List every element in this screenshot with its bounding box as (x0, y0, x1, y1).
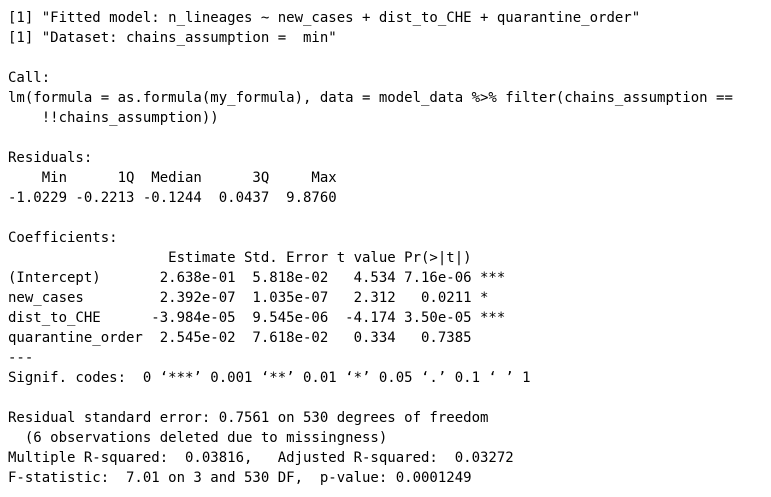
signif-codes-line: Signif. codes: 0 ‘***’ 0.001 ‘**’ 0.01 ‘… (8, 370, 531, 386)
coefficient-row-intercept: (Intercept) 2.638e-01 5.818e-02 4.534 7.… (8, 270, 506, 286)
coefficient-row-quarantine-order: quarantine_order 2.545e-02 7.618e-02 0.3… (8, 330, 506, 346)
f-statistic-line: F-statistic: 7.01 on 3 and 530 DF, p-val… (8, 470, 472, 486)
coefficient-row-dist-to-che: dist_to_CHE -3.984e-05 9.545e-06 -4.174 … (8, 310, 506, 326)
separator-line: --- (8, 350, 34, 366)
r-squared-line: Multiple R-squared: 0.03816, Adjusted R-… (8, 450, 523, 466)
call-formula-continuation: !!chains_assumption)) (8, 110, 219, 126)
call-heading: Call: (8, 70, 51, 86)
r-console-output: [1] "Fitted model: n_lineages ~ new_case… (8, 8, 767, 488)
residual-standard-error-line: Residual standard error: 0.7561 on 530 d… (8, 410, 489, 426)
coefficients-heading: Coefficients: (8, 230, 118, 246)
coefficient-row-new-cases: new_cases 2.392e-07 1.035e-07 2.312 0.02… (8, 290, 506, 306)
residuals-heading: Residuals: (8, 150, 93, 166)
residuals-values-row: -1.0229 -0.2213 -0.1244 0.0437 9.8760 (8, 190, 346, 206)
residuals-header-row: Min 1Q Median 3Q Max (8, 170, 346, 186)
coefficients-header-row: Estimate Std. Error t value Pr(>|t|) (8, 250, 506, 266)
print-model-line: [1] "Fitted model: n_lineages ~ new_case… (8, 10, 641, 26)
missingness-note-line: (6 observations deleted due to missingne… (8, 430, 388, 446)
call-formula-line: lm(formula = as.formula(my_formula), dat… (8, 90, 733, 106)
print-dataset-line: [1] "Dataset: chains_assumption = min" (8, 30, 337, 46)
